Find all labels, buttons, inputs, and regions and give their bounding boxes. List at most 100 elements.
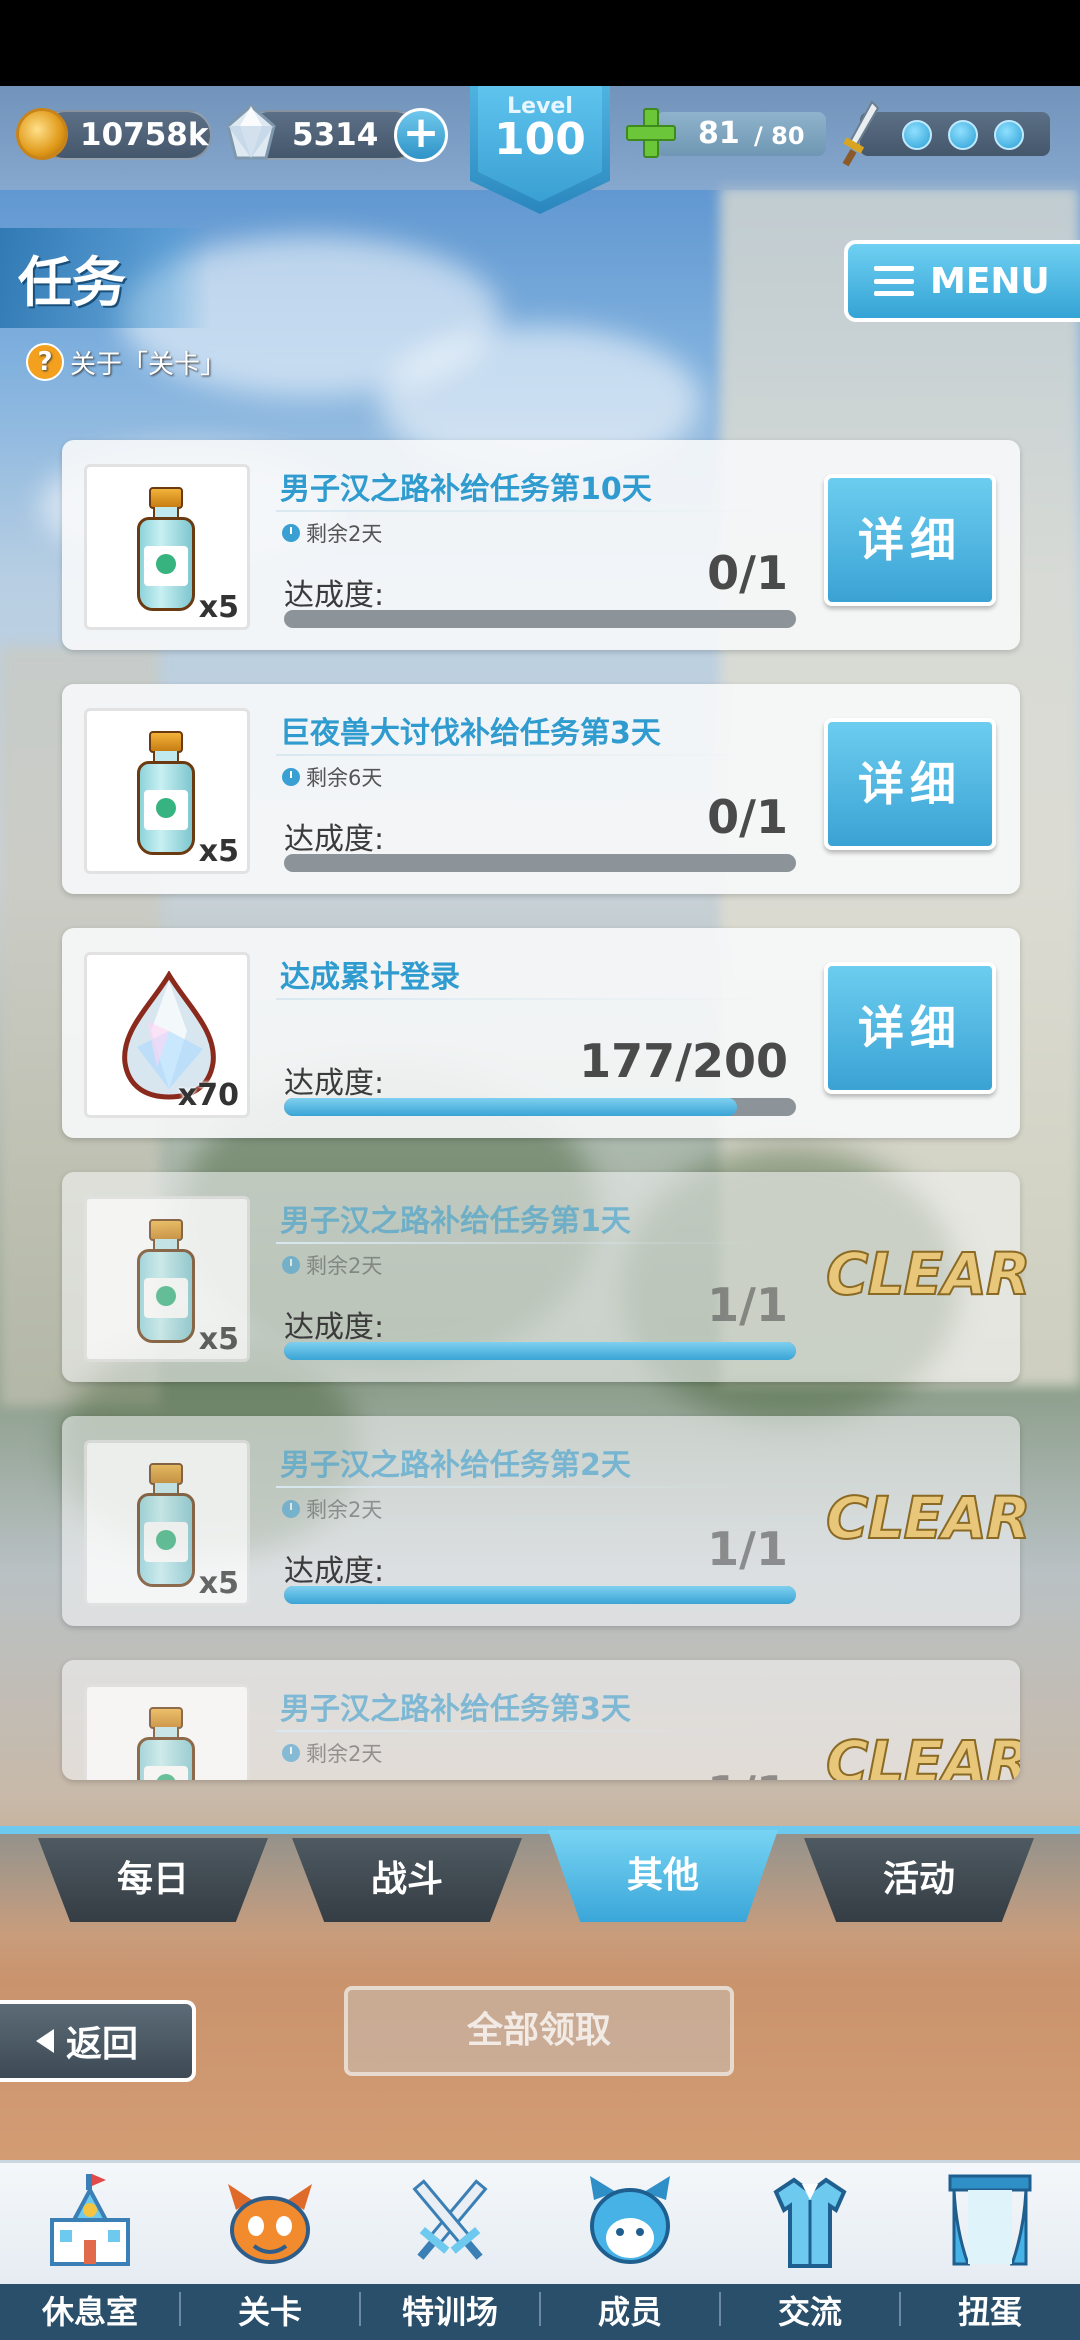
nav-label: 休息室	[0, 2284, 180, 2340]
quest-card[interactable]: x5 男子汉之路补给任务第3天 剩余2天 达成度: 1/1 CLEAR	[62, 1660, 1020, 1780]
menu-label: MENU	[930, 260, 1050, 302]
nav-item-6[interactable]: 扭蛋	[900, 2160, 1080, 2340]
reward-item: x70	[84, 952, 250, 1118]
nav-separator	[359, 2292, 361, 2326]
time-remaining: 剩余6天	[282, 762, 382, 792]
tab-1[interactable]: 每日	[38, 1838, 268, 1922]
orb-icon	[902, 120, 932, 150]
nav-item-5[interactable]: 交流	[720, 2160, 900, 2340]
tab-3[interactable]: 其他	[548, 1830, 778, 1922]
divider	[276, 1242, 766, 1244]
stamina-max: / 80	[754, 122, 805, 150]
time-remaining-text: 剩余2天	[306, 522, 383, 546]
quest-title: 男子汉之路补给任务第10天	[280, 472, 652, 507]
nav-separator	[179, 2292, 181, 2326]
menu-button[interactable]: MENU	[844, 240, 1080, 322]
back-arrow-icon	[36, 2029, 54, 2053]
orb-icon	[948, 120, 978, 150]
stamina-current: 81	[698, 116, 740, 151]
quest-card[interactable]: x5 男子汉之路补给任务第10天 剩余2天 达成度: 0/1 详细	[62, 440, 1020, 650]
gem-icon	[226, 104, 276, 160]
nav-label: 交流	[720, 2284, 900, 2340]
claim-all-button[interactable]: 全部领取	[344, 1986, 734, 2076]
orb-icon	[994, 120, 1024, 150]
divider	[276, 1486, 766, 1488]
stamina-plus-icon	[626, 108, 676, 158]
hamburger-icon	[874, 266, 914, 296]
progress-bar	[284, 1342, 796, 1360]
nav-separator	[899, 2292, 901, 2326]
progress-fill	[284, 1098, 738, 1116]
progress-value: 1/1	[707, 1766, 788, 1780]
time-remaining: 剩余2天	[282, 1494, 382, 1524]
nav-item-2[interactable]: 关卡	[180, 2160, 360, 2340]
progress-label: 达成度:	[284, 822, 385, 857]
quest-card[interactable]: x5 男子汉之路补给任务第2天 剩余2天 达成度: 1/1 CLEAR	[62, 1416, 1032, 1626]
about-link[interactable]: ? 关于「关卡」	[26, 342, 226, 382]
reward-quantity: x5	[198, 834, 239, 869]
reward-quantity: x5	[198, 1566, 239, 1601]
progress-bar	[284, 610, 796, 628]
progress-label: 达成度:	[284, 578, 385, 613]
school-building-icon	[46, 2170, 134, 2274]
time-remaining-text: 剩余2天	[306, 1742, 383, 1766]
quest-card[interactable]: x5 男子汉之路补给任务第1天 剩余2天 达成度: 1/1 CLEAR	[62, 1172, 1032, 1382]
progress-value: 1/1	[707, 1278, 788, 1332]
quest-title: 男子汉之路补给任务第2天	[280, 1448, 631, 1483]
detail-button[interactable]: 详细	[824, 474, 996, 606]
quest-title: 巨夜兽大讨伐补给任务第3天	[280, 716, 661, 751]
tab-4[interactable]: 活动	[804, 1838, 1034, 1922]
clock-icon	[282, 524, 300, 542]
back-button[interactable]: 返回	[0, 2000, 196, 2082]
detail-button[interactable]: 详细	[824, 962, 996, 1094]
crossed-swords-icon	[406, 2170, 494, 2274]
nav-label: 特训场	[360, 2284, 540, 2340]
nav-item-1[interactable]: 休息室	[0, 2160, 180, 2340]
divider	[276, 510, 766, 512]
level-value: 100	[494, 114, 586, 165]
clock-icon	[282, 768, 300, 786]
claim-all-label: 全部领取	[466, 2010, 611, 2051]
reward-item: x5	[84, 1684, 250, 1780]
reward-item: x5	[84, 1196, 250, 1362]
divider	[276, 1730, 766, 1732]
uniform-icon	[766, 2170, 854, 2274]
buy-gems-button[interactable]: +	[394, 108, 448, 162]
reward-quantity: x5	[198, 590, 239, 625]
back-label: 返回	[66, 2024, 139, 2065]
nav-item-4[interactable]: 成员	[540, 2160, 720, 2340]
quest-title: 达成累计登录	[280, 960, 460, 995]
quest-title: 男子汉之路补给任务第1天	[280, 1204, 631, 1239]
quest-card[interactable]: x5 巨夜兽大讨伐补给任务第3天 剩余6天 达成度: 0/1 详细	[62, 684, 1020, 894]
monster-face-icon	[226, 2170, 314, 2274]
detail-button[interactable]: 详细	[824, 718, 996, 850]
divider	[276, 998, 766, 1000]
progress-fill	[284, 1342, 796, 1360]
nav-item-3[interactable]: 特训场	[360, 2160, 540, 2340]
reward-quantity: x70	[177, 1078, 239, 1113]
time-remaining: 剩余2天	[282, 518, 382, 548]
curtain-stage-icon	[946, 2170, 1034, 2274]
member-face-icon	[586, 2170, 674, 2274]
progress-bar	[284, 1586, 796, 1604]
tab-2[interactable]: 战斗	[292, 1838, 522, 1922]
progress-value: 177/200	[579, 1034, 788, 1088]
quest-card[interactable]: x70 达成累计登录 达成度: 177/200 详细	[62, 928, 1020, 1138]
progress-label: 达成度:	[284, 1066, 385, 1101]
progress-value: 0/1	[707, 790, 788, 844]
time-remaining: 剩余2天	[282, 1738, 382, 1768]
nav-label: 关卡	[180, 2284, 360, 2340]
nav-label: 成员	[540, 2284, 720, 2340]
nav-separator	[539, 2292, 541, 2326]
about-label: 关于「关卡」	[70, 349, 227, 380]
question-icon: ?	[26, 343, 64, 381]
progress-bar	[284, 1098, 796, 1116]
stamina-counter: 81 / 80	[656, 112, 826, 156]
gem-value: 5314	[292, 117, 379, 153]
coin-value: 10758k	[80, 117, 209, 153]
clear-stamp: CLEAR	[825, 1727, 1020, 1780]
progress-value: 0/1	[707, 546, 788, 600]
nav-label: 扭蛋	[900, 2284, 1080, 2340]
time-remaining-text: 剩余2天	[306, 1254, 383, 1278]
clear-stamp: CLEAR	[825, 1483, 1032, 1553]
